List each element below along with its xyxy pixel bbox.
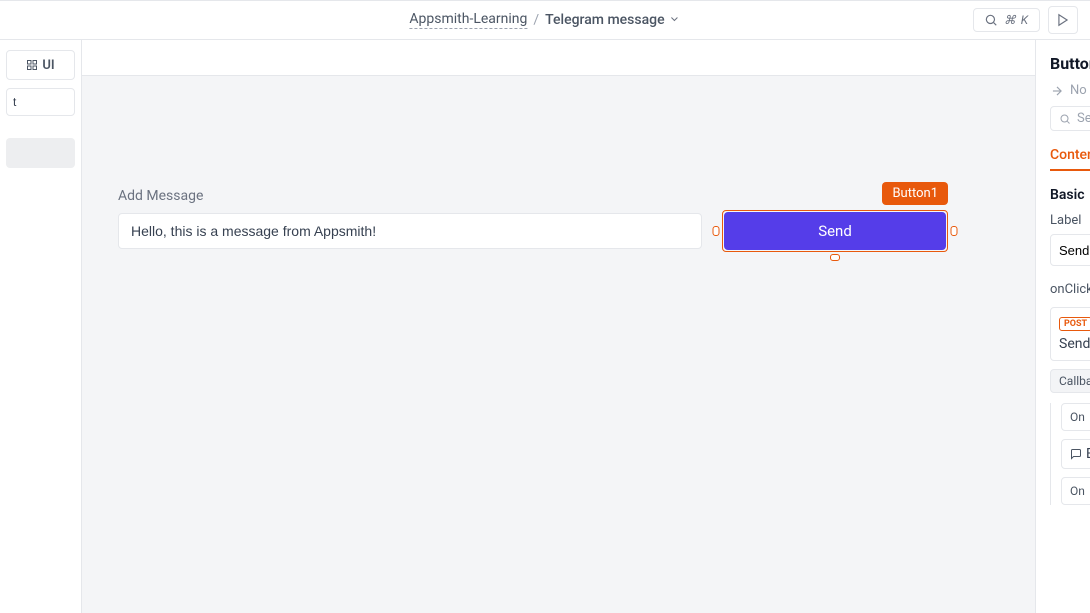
ui-tab-label: UI bbox=[42, 58, 54, 73]
canvas-inner: Add Message Button1 Send bbox=[100, 92, 1017, 250]
search-icon bbox=[984, 13, 998, 27]
resize-handle-bottom[interactable] bbox=[830, 254, 840, 261]
search-shortcut: ⌘ K bbox=[1004, 13, 1029, 27]
preview-button[interactable] bbox=[1048, 6, 1078, 34]
property-pane-title: Button1 bbox=[1050, 54, 1090, 73]
selected-widget[interactable]: Button1 Send bbox=[724, 212, 946, 250]
on-success-node[interactable]: On bbox=[1061, 403, 1090, 431]
section-basic: Basic bbox=[1050, 187, 1090, 203]
property-search[interactable]: Se bbox=[1050, 106, 1090, 131]
property-tabs: Content bbox=[1050, 147, 1090, 171]
breadcrumb-page-label: Telegram message bbox=[545, 12, 664, 28]
breadcrumb-separator: / bbox=[533, 12, 539, 28]
search-icon bbox=[1059, 113, 1071, 125]
action-header: POST bbox=[1059, 316, 1090, 332]
canvas[interactable]: Add Message Button1 Send bbox=[82, 76, 1035, 613]
grid-icon bbox=[26, 59, 38, 71]
breadcrumb: Appsmith-Learning / Telegram message bbox=[409, 11, 680, 29]
tab-content[interactable]: Content bbox=[1050, 147, 1090, 171]
message-input[interactable] bbox=[118, 213, 702, 249]
workspace: UI Add Message Button1 Send bbox=[0, 40, 1090, 613]
global-search-button[interactable]: ⌘ K bbox=[973, 8, 1040, 32]
resize-handle-right[interactable] bbox=[951, 226, 958, 236]
property-search-placeholder: Se bbox=[1077, 111, 1090, 126]
widget-name-tag[interactable]: Button1 bbox=[882, 182, 948, 205]
label-property-label: Label bbox=[1050, 213, 1090, 228]
on-success-label: On bbox=[1070, 410, 1085, 424]
send-button[interactable]: Send bbox=[724, 212, 946, 250]
callbacks-tab[interactable]: Callbac bbox=[1050, 369, 1090, 393]
widget-filter-input[interactable] bbox=[6, 88, 75, 116]
breadcrumb-page[interactable]: Telegram message bbox=[545, 12, 680, 28]
action-name: SendB bbox=[1059, 336, 1090, 352]
post-badge: POST bbox=[1059, 317, 1090, 331]
property-nav[interactable]: No bbox=[1050, 83, 1090, 98]
resize-handle-left[interactable] bbox=[713, 226, 720, 236]
canvas-tabs bbox=[82, 40, 1035, 76]
topbar-right: ⌘ K bbox=[973, 6, 1078, 34]
send-button-label: Send bbox=[818, 222, 852, 240]
canvas-wrap: Add Message Button1 Send bbox=[82, 40, 1035, 613]
on-failure-node[interactable]: On bbox=[1061, 477, 1090, 505]
top-bar: Appsmith-Learning / Telegram message ⌘ K bbox=[0, 0, 1090, 40]
label-property-input[interactable] bbox=[1050, 234, 1090, 266]
on-failure-label: On bbox=[1070, 484, 1085, 498]
callback-action-label: Bot bbox=[1086, 446, 1090, 462]
arrow-right-icon bbox=[1050, 84, 1064, 98]
message-icon bbox=[1070, 448, 1082, 460]
chevron-down-icon bbox=[669, 13, 681, 28]
play-icon bbox=[1056, 13, 1070, 27]
ui-tab-button[interactable]: UI bbox=[6, 50, 75, 80]
property-pane: Button1 No Se Content Basic Label onClic… bbox=[1035, 40, 1090, 613]
widget-list-item[interactable] bbox=[6, 138, 75, 168]
left-panel: UI bbox=[0, 40, 82, 613]
onclick-action-box[interactable]: POST SendB bbox=[1050, 307, 1090, 361]
callback-tree: On Bot On bbox=[1050, 403, 1090, 505]
onclick-label: onClick bbox=[1050, 282, 1090, 297]
breadcrumb-app[interactable]: Appsmith-Learning bbox=[409, 11, 527, 29]
callback-action-node[interactable]: Bot bbox=[1061, 439, 1090, 469]
property-nav-label: No bbox=[1070, 83, 1087, 98]
field-row: Button1 Send bbox=[118, 212, 1017, 250]
